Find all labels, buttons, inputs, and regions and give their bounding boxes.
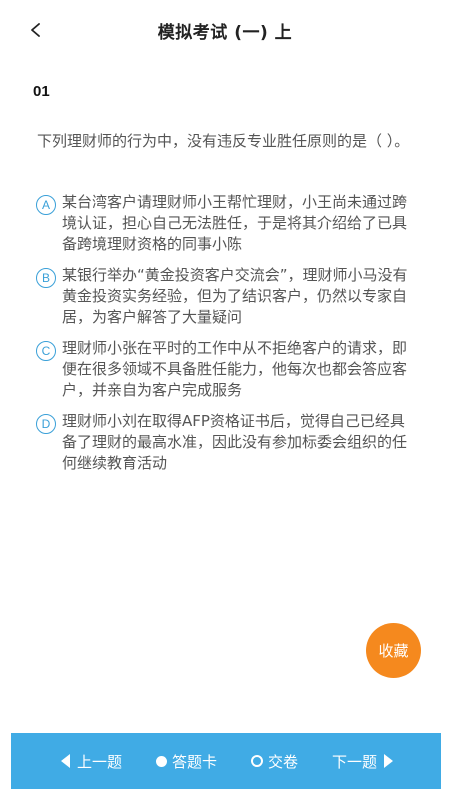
- option-letter: A: [36, 195, 56, 215]
- next-question-button[interactable]: 下一题: [332, 751, 393, 772]
- chevron-left-icon: [31, 23, 40, 37]
- favorite-button[interactable]: 收藏: [366, 623, 421, 678]
- option-text: 理财师小张在平时的工作中从不拒绝客户的请求，即便在很多领域不具备胜任能力，他每次…: [62, 339, 408, 399]
- option-letter: D: [36, 414, 56, 434]
- option-c[interactable]: C 理财师小张在平时的工作中从不拒绝客户的请求，即便在很多领域不具备胜任能力，他…: [36, 338, 426, 401]
- option-text: 理财师小刘在取得AFP资格证书后，觉得自己已经具备了理财的最高水准，因此没有参加…: [62, 412, 408, 472]
- options-list: A 某台湾客户请理财师小王帮忙理财，小王尚未通过跨境认证，担心自己无法胜任，于是…: [36, 192, 426, 484]
- triangle-left-icon: [61, 754, 70, 768]
- option-text: 某台湾客户请理财师小王帮忙理财，小王尚未通过跨境认证，担心自己无法胜任，于是将其…: [62, 193, 408, 253]
- submit-label: 交卷: [267, 752, 298, 771]
- answer-card-label: 答题卡: [171, 752, 217, 771]
- option-letter: B: [36, 268, 56, 288]
- triangle-right-icon: [383, 754, 393, 768]
- header: 模拟考试 (一) 上: [0, 0, 450, 60]
- answer-card-button[interactable]: 答题卡: [155, 751, 217, 772]
- question-stem: 下列理财师的行为中，没有违反专业胜任原则的是（ ）。: [37, 132, 410, 150]
- option-text: 某银行举办“黄金投资客户交流会”，理财师小马没有黄金投资实务经验，但为了结识客户…: [62, 266, 408, 326]
- submit-button[interactable]: 交卷: [250, 751, 298, 772]
- back-button[interactable]: [22, 16, 50, 44]
- question-number: 01: [33, 83, 50, 100]
- option-a[interactable]: A 某台湾客户请理财师小王帮忙理财，小王尚未通过跨境认证，担心自己无法胜任，于是…: [36, 192, 426, 255]
- filled-dot-icon: [155, 755, 167, 767]
- next-question-label: 下一题: [331, 752, 377, 771]
- prev-question-label: 上一题: [77, 752, 123, 771]
- prev-question-button[interactable]: 上一题: [61, 751, 122, 772]
- ring-dot-icon: [250, 755, 263, 767]
- option-d[interactable]: D 理财师小刘在取得AFP资格证书后，觉得自己已经具备了理财的最高水准，因此没有…: [36, 411, 426, 474]
- bottom-bar: 上一题 答题卡 交卷 下一题: [11, 733, 441, 789]
- option-letter: C: [36, 341, 56, 361]
- page-title: 模拟考试 (一) 上: [157, 22, 293, 43]
- option-b[interactable]: B 某银行举办“黄金投资客户交流会”，理财师小马没有黄金投资实务经验，但为了结识…: [36, 265, 426, 328]
